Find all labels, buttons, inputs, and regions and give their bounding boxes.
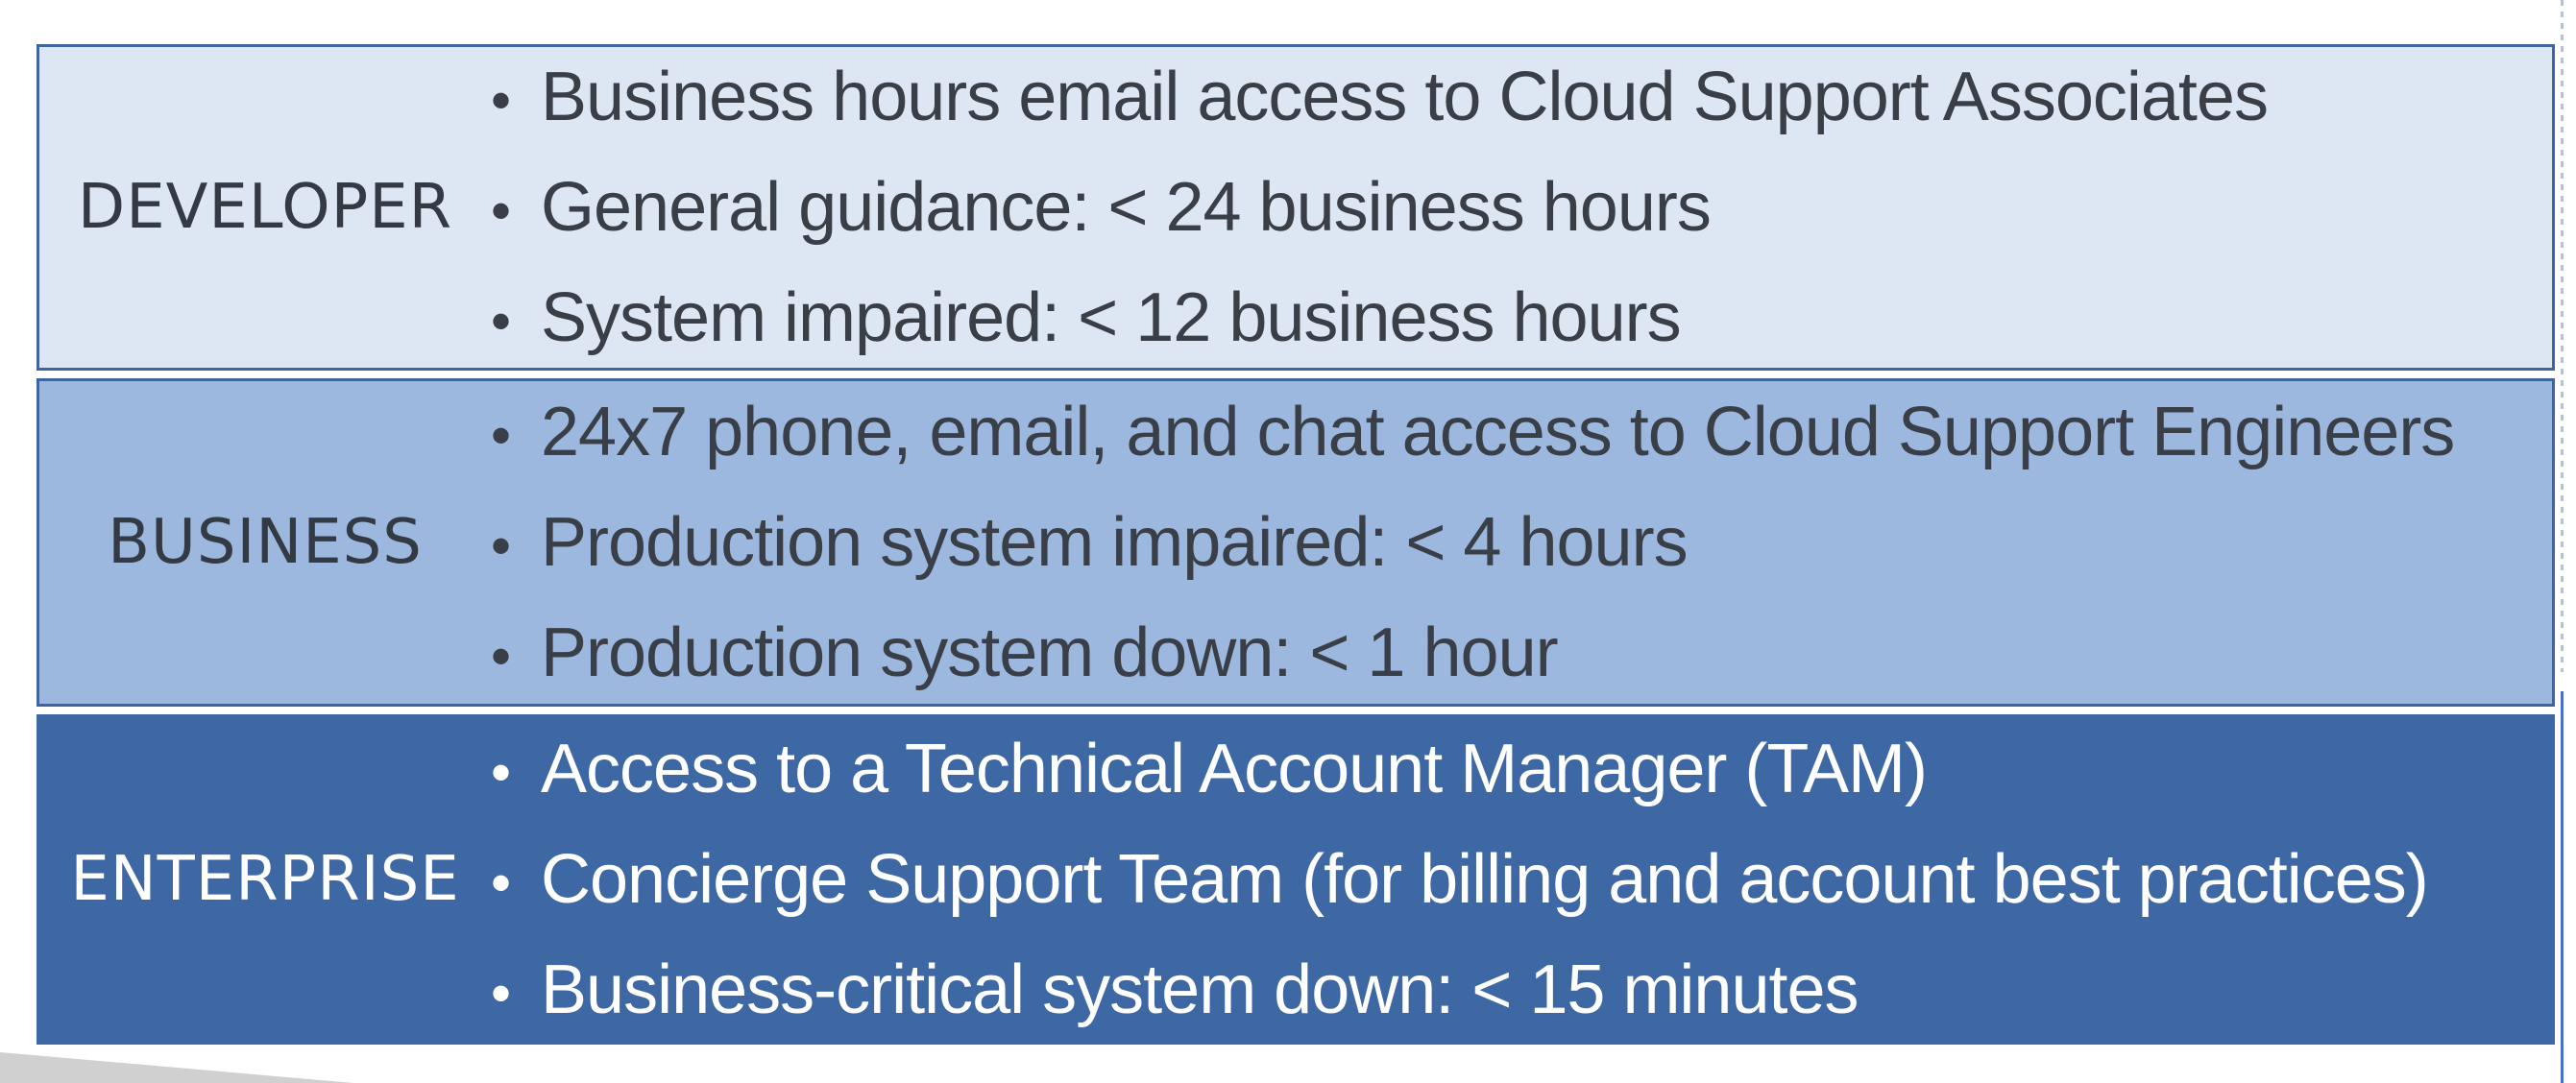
list-item: • Access to a Technical Account Manager …: [491, 714, 2552, 825]
list-item-text: Access to a Technical Account Manager (T…: [541, 730, 1928, 807]
list-item-text: System impaired: < 12 business hours: [541, 278, 1682, 356]
bullet-icon: •: [491, 739, 511, 805]
list-item: • Production system down: < 1 hour: [491, 598, 2552, 709]
list-item-text: Production system down: < 1 hour: [541, 614, 1559, 691]
tier-business: BUSINESS • 24x7 phone, email, and chat a…: [36, 378, 2555, 707]
bullet-icon: •: [491, 850, 511, 915]
slide-shadow-decoration: [0, 1052, 353, 1083]
list-item-text: Business-critical system down: < 15 minu…: [541, 951, 1859, 1028]
list-item: • 24x7 phone, email, and chat access to …: [491, 377, 2552, 488]
list-item: • Business-critical system down: < 15 mi…: [491, 935, 2552, 1046]
bullet-icon: •: [491, 960, 511, 1025]
tier-name-enterprise: ENTERPRISE: [70, 844, 460, 915]
list-item: • System impaired: < 12 business hours: [491, 263, 2552, 373]
tier-name-developer: DEVELOPER: [77, 172, 453, 243]
slide: DEVELOPER • Business hours email access …: [0, 0, 2576, 1083]
tier-business-list: • 24x7 phone, email, and chat access to …: [491, 377, 2552, 709]
side-divider-dotted: [2561, 0, 2564, 672]
tier-enterprise: ENTERPRISE • Access to a Technical Accou…: [36, 714, 2555, 1045]
bullet-icon: •: [491, 402, 511, 468]
tier-developer: DEVELOPER • Business hours email access …: [36, 44, 2555, 371]
bullet-icon: •: [491, 67, 511, 132]
list-item-text: 24x7 phone, email, and chat access to Cl…: [541, 393, 2455, 470]
side-divider-solid: [2561, 691, 2564, 1083]
list-item-text: Business hours email access to Cloud Sup…: [541, 58, 2269, 135]
list-item-text: Production system impaired: < 4 hours: [541, 503, 1689, 581]
list-item: • Concierge Support Team (for billing an…: [491, 825, 2552, 935]
list-item: • General guidance: < 24 business hours: [491, 153, 2552, 263]
list-item: • Production system impaired: < 4 hours: [491, 488, 2552, 598]
bullet-icon: •: [491, 513, 511, 578]
bullet-icon: •: [491, 288, 511, 353]
list-item-text: General guidance: < 24 business hours: [541, 168, 1712, 246]
list-item-text: Concierge Support Team (for billing and …: [541, 840, 2429, 918]
tier-enterprise-list: • Access to a Technical Account Manager …: [491, 714, 2552, 1046]
bullet-icon: •: [491, 178, 511, 243]
list-item: • Business hours email access to Cloud S…: [491, 42, 2552, 153]
tier-name-business: BUSINESS: [108, 507, 423, 578]
bullet-icon: •: [491, 623, 511, 688]
tier-developer-list: • Business hours email access to Cloud S…: [491, 42, 2552, 373]
